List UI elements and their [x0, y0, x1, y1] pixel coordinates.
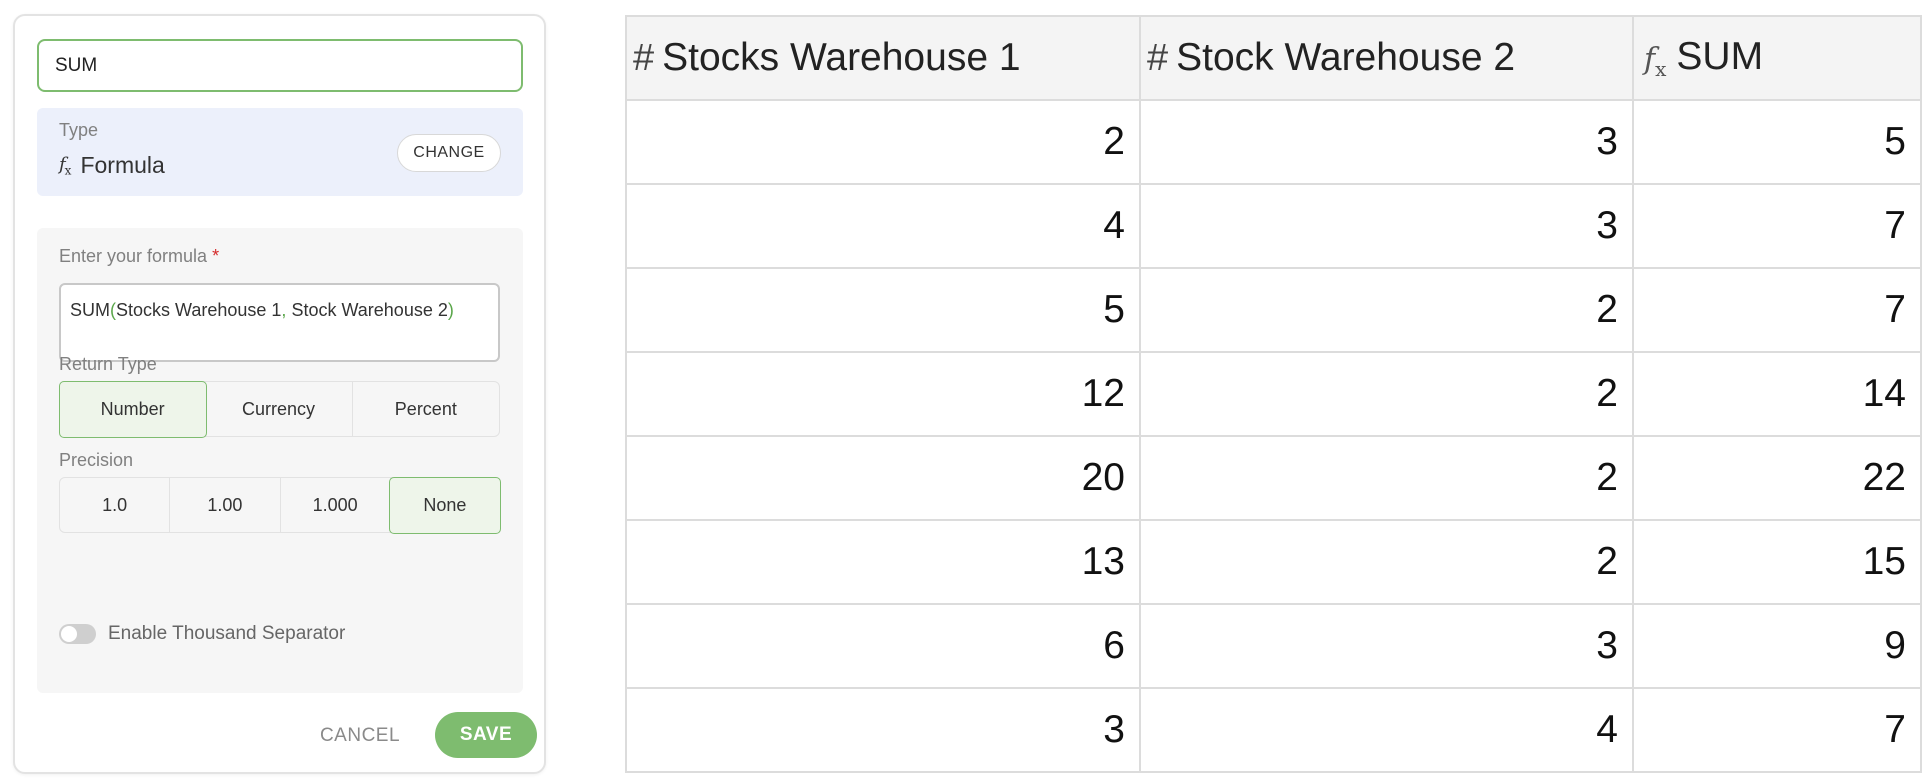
formula-arg-1: Stocks Warehouse 1	[116, 300, 282, 320]
precision-1-00[interactable]: 1.00	[170, 478, 281, 532]
formula-input[interactable]: SUM(Stocks Warehouse 1, Stock Warehouse …	[59, 283, 500, 362]
header-row: # Stocks Warehouse 1 # Stock Warehouse 2 f…	[625, 15, 1922, 101]
table-row: 3 4 7	[625, 687, 1922, 773]
table-cell[interactable]: 3	[625, 687, 1141, 773]
required-marker: *	[212, 246, 220, 266]
fx-icon: fx	[59, 153, 71, 178]
table-cell[interactable]: 5	[1632, 99, 1922, 185]
precision-selector: 1.0 1.00 1.000 None	[59, 476, 501, 534]
thousand-separator-label: Enable Thousand Separator	[108, 623, 346, 644]
hash-icon: #	[633, 37, 655, 79]
column-header-label: Stocks Warehouse 1	[662, 36, 1021, 79]
formula-close-paren: )	[447, 300, 454, 320]
precision-1-0[interactable]: 1.0	[60, 478, 171, 532]
precision-none[interactable]: None	[389, 476, 501, 534]
table-row: 13 2 15	[625, 519, 1922, 605]
table-row: 2 3 5	[625, 99, 1922, 185]
table-cell[interactable]: 2	[625, 99, 1141, 185]
return-type-currency[interactable]: Currency	[205, 382, 353, 436]
table-cell[interactable]: 6	[625, 603, 1141, 689]
table-cell[interactable]: 15	[1632, 519, 1922, 605]
table-row: 6 3 9	[625, 603, 1922, 689]
formula-label: Enter your formula *	[59, 246, 219, 267]
type-label: Type	[59, 120, 99, 140]
table-cell[interactable]: 2	[1139, 267, 1634, 353]
formula-arg-2: Stock Warehouse 2	[286, 300, 448, 320]
table-cell[interactable]: 4	[1139, 687, 1634, 773]
formula-label-text: Enter your formula	[59, 246, 208, 266]
return-type-number[interactable]: Number	[58, 380, 207, 438]
table-cell[interactable]: 3	[1139, 183, 1634, 269]
table-cell[interactable]: 3	[1139, 99, 1634, 185]
table-cell[interactable]: 13	[625, 519, 1141, 605]
column-header-sum[interactable]: fx SUM	[1632, 15, 1922, 101]
table-cell[interactable]: 2	[1139, 519, 1634, 605]
type-value: fx Formula	[59, 152, 165, 179]
column-header-stocks-warehouse-1[interactable]: # Stocks Warehouse 1	[625, 15, 1141, 101]
thousand-separator-row: Enable Thousand Separator	[59, 623, 345, 645]
hash-icon: #	[1147, 37, 1169, 79]
table-row: 5 2 7	[625, 267, 1922, 353]
thousand-separator-toggle[interactable]	[59, 624, 96, 644]
column-header-label: Stock Warehouse 2	[1176, 36, 1516, 79]
column-header-stock-warehouse-2[interactable]: # Stock Warehouse 2	[1139, 15, 1634, 101]
table-row: 20 2 22	[625, 435, 1922, 521]
table-cell[interactable]: 9	[1632, 603, 1922, 689]
table-cell[interactable]: 7	[1632, 687, 1922, 773]
table-cell[interactable]: 7	[1632, 267, 1922, 353]
cancel-button[interactable]: CANCEL	[305, 714, 415, 758]
table-cell[interactable]: 20	[625, 435, 1141, 521]
return-type-selector: Number Currency Percent	[58, 380, 500, 438]
formula-field-editor: Type fx Formula CHANGE Enter your formul…	[13, 14, 546, 774]
formula-function: SUM	[70, 300, 110, 320]
precision-1-000[interactable]: 1.000	[281, 478, 391, 532]
table-cell[interactable]: 2	[1139, 435, 1634, 521]
table-cell[interactable]: 14	[1632, 351, 1922, 437]
save-button[interactable]: SAVE	[435, 712, 537, 758]
table-cell[interactable]: 12	[625, 351, 1141, 437]
table-cell[interactable]: 3	[1139, 603, 1634, 689]
precision-label: Precision	[59, 450, 134, 470]
formula-section: Enter your formula * SUM(Stocks Warehous…	[37, 228, 523, 693]
table-cell[interactable]: 22	[1632, 435, 1922, 521]
fx-icon: fx	[1644, 42, 1667, 81]
table-cell[interactable]: 4	[625, 183, 1141, 269]
return-type-label: Return Type	[59, 354, 157, 374]
change-type-button[interactable]: CHANGE	[397, 134, 501, 172]
table-cell[interactable]: 5	[625, 267, 1141, 353]
type-box: Type fx Formula CHANGE	[37, 108, 523, 196]
return-type-percent[interactable]: Percent	[353, 382, 499, 436]
table-cell[interactable]: 7	[1632, 183, 1922, 269]
table-cell[interactable]: 2	[1139, 351, 1634, 437]
table-row: 4 3 7	[625, 183, 1922, 269]
column-header-label: SUM	[1676, 35, 1764, 78]
table-row: 12 2 14	[625, 351, 1922, 437]
data-grid: # Stocks Warehouse 1 # Stock Warehouse 2 f…	[625, 15, 1922, 773]
field-name-input[interactable]	[37, 39, 523, 92]
type-value-label: Formula	[80, 152, 165, 178]
